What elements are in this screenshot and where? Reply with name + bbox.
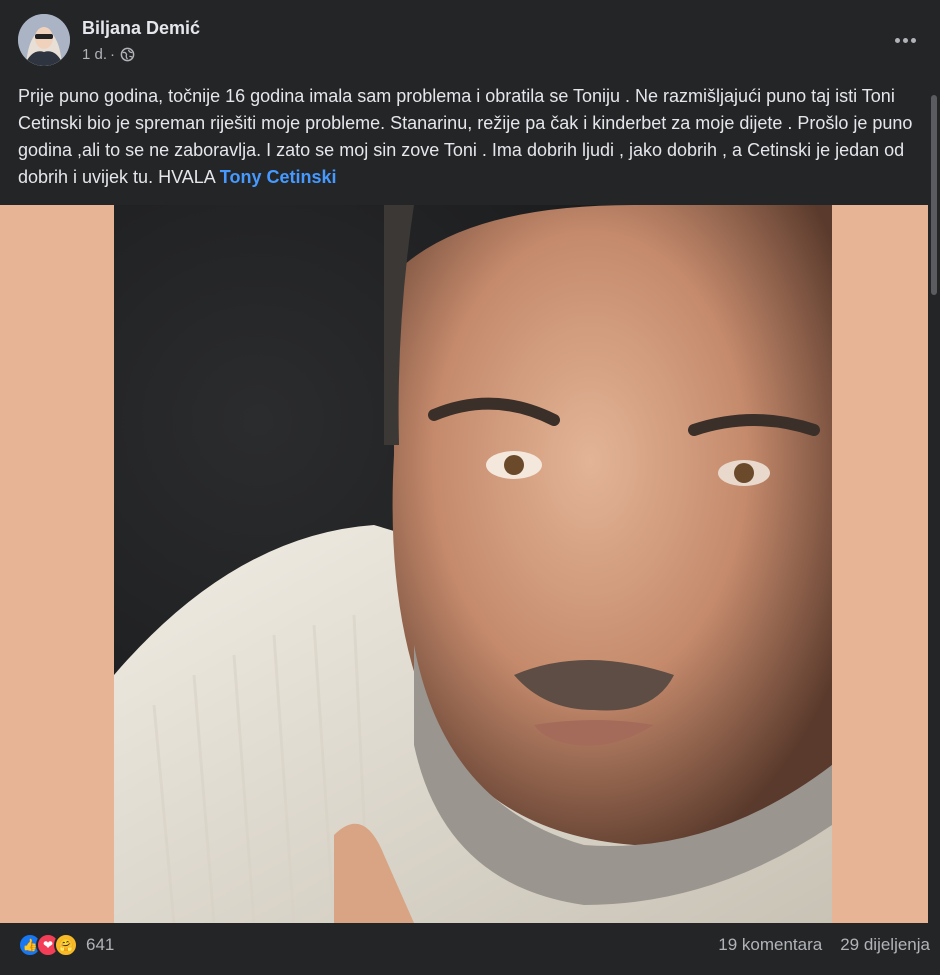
- post-text-content: Prije puno godina, točnije 16 godina ima…: [18, 86, 913, 187]
- scrollbar-thumb[interactable]: [931, 95, 937, 295]
- post-photo[interactable]: [114, 205, 832, 923]
- shares-count[interactable]: 29 dijeljenja: [840, 935, 930, 955]
- more-options-button[interactable]: [888, 26, 922, 54]
- more-options-icon-dot: [902, 37, 908, 43]
- more-options-icon: [894, 37, 900, 43]
- post-text: Prije puno godina, točnije 16 godina ima…: [18, 83, 923, 191]
- mention-link[interactable]: Tony Cetinski: [220, 167, 337, 187]
- reaction-count[interactable]: 641: [86, 935, 114, 955]
- more-options-icon-dot: [910, 37, 916, 43]
- author-name[interactable]: Biljana Demić: [82, 18, 200, 39]
- meta-separator: ·: [110, 46, 116, 63]
- post-stats: 19 komentara 29 dijeljenja: [718, 935, 930, 955]
- post-time[interactable]: 1 d.: [82, 46, 107, 63]
- facebook-post: Biljana Demić 1 d. · Prije puno godina, …: [0, 0, 940, 975]
- portrait-image: [114, 205, 832, 923]
- post-header: Biljana Demić 1 d. ·: [0, 0, 940, 80]
- scrollbar[interactable]: [928, 0, 940, 975]
- avatar[interactable]: [18, 14, 70, 66]
- reactions-summary[interactable]: 👍 ❤ 🤗 641: [18, 933, 114, 957]
- post-footer: 👍 ❤ 🤗 641 19 komentara 29 dijeljenja: [0, 923, 940, 975]
- comments-count[interactable]: 19 komentara: [718, 935, 822, 955]
- post-media[interactable]: [0, 205, 928, 923]
- post-meta: 1 d. ·: [82, 46, 135, 63]
- globe-icon[interactable]: [120, 47, 135, 62]
- care-icon: 🤗: [54, 933, 78, 957]
- avatar-image: [18, 14, 70, 66]
